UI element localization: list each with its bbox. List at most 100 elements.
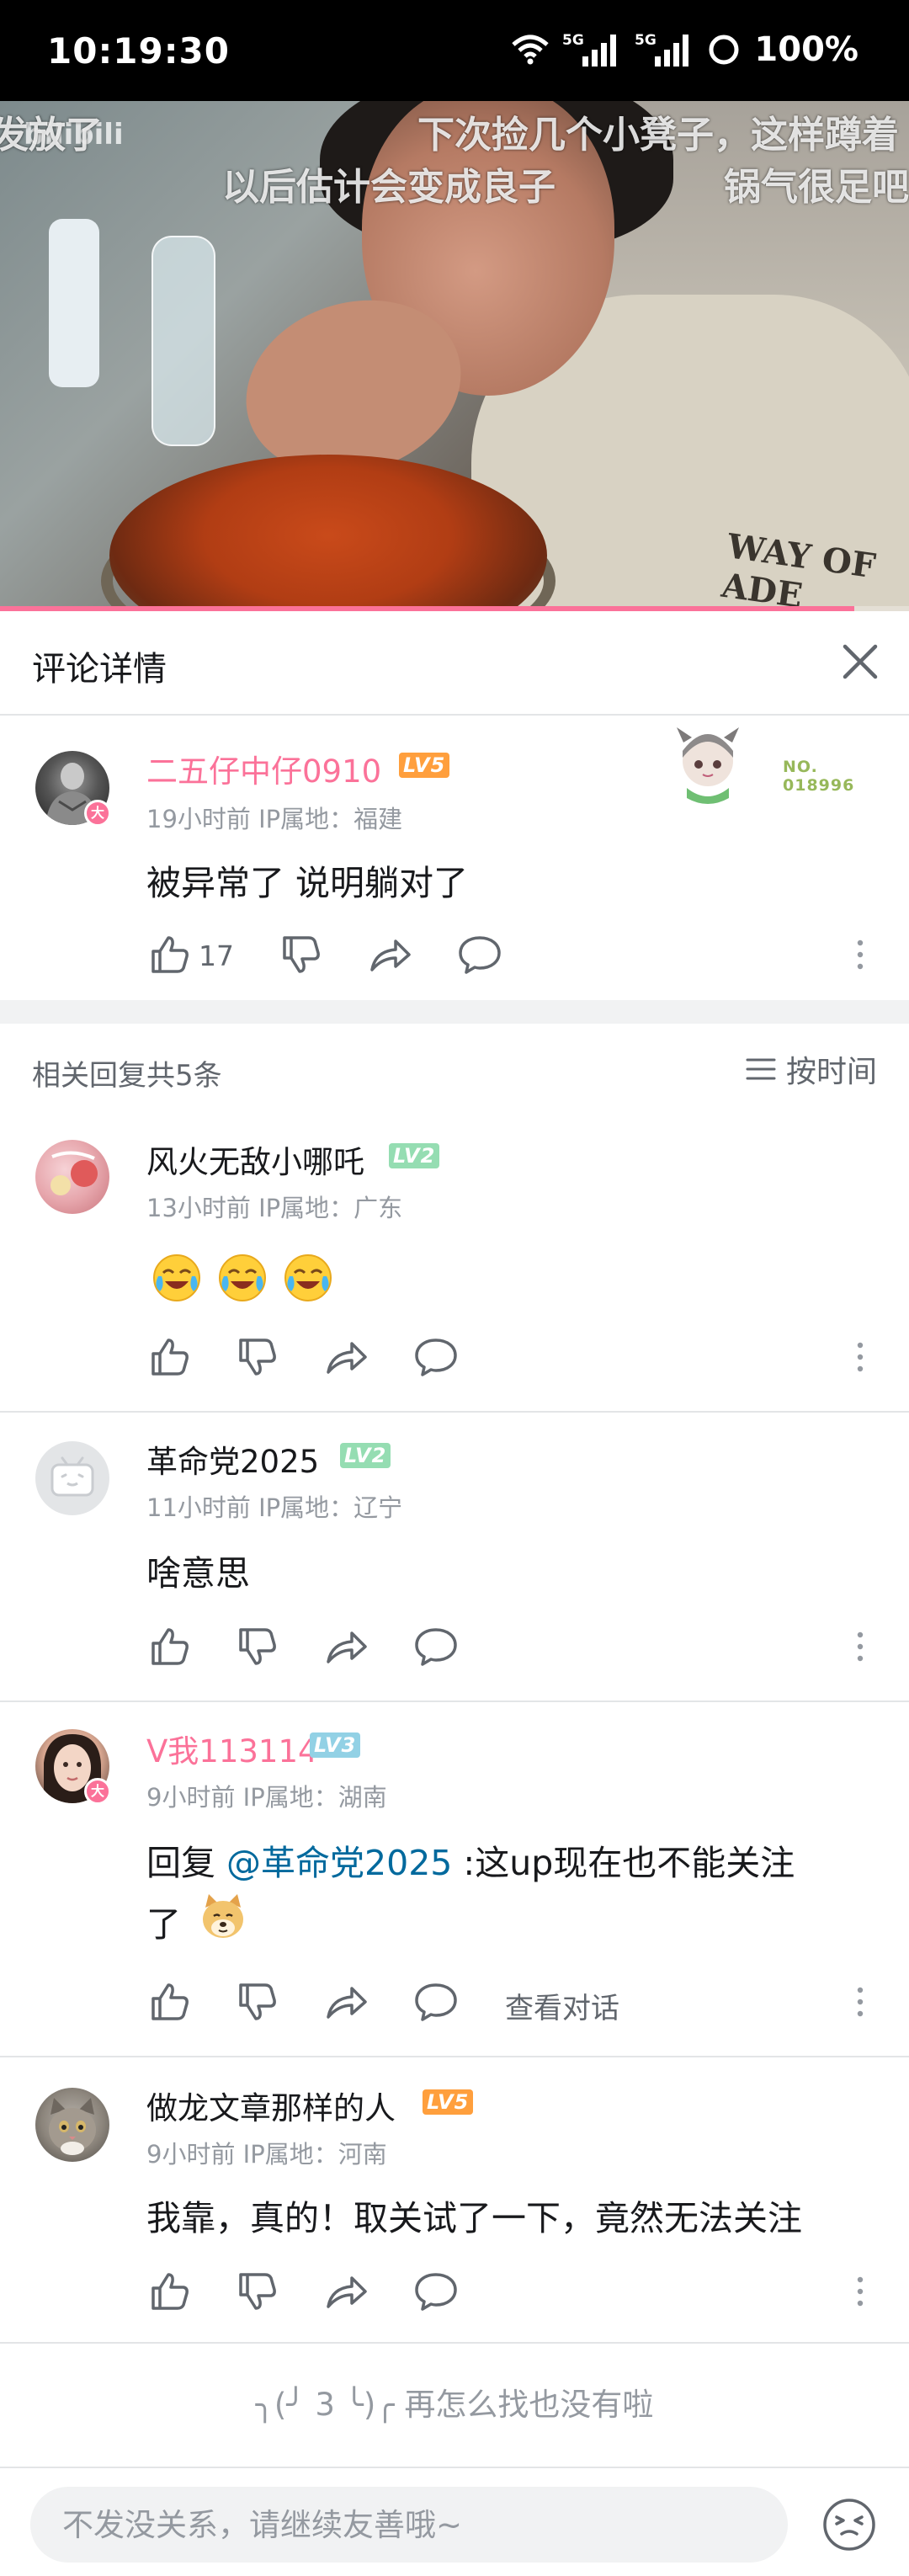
signal-5g-icon: 5G [562,32,617,67]
share-icon[interactable] [323,2268,370,2315]
comment-actions: 查看对话 [146,1978,887,2029]
more-options-icon[interactable] [850,2268,870,2315]
comment-ip: IP属地：湖南 [242,1783,387,1812]
replies-header: 相关回复共5条 按时间 [0,1024,909,1116]
status-time: 10:19:30 [47,30,230,72]
share-icon[interactable] [367,931,414,978]
dislike-icon[interactable] [234,1623,281,1670]
comment-time: 13小时前 [146,1194,251,1222]
level-badge: LV5 [423,2089,474,2115]
reply-icon[interactable] [412,2268,460,2315]
reply-icon[interactable] [456,931,503,978]
comment-meta: 9小时前 IP属地：湖南 [146,1778,387,1813]
comment-time: 19小时前 [146,805,251,833]
reply-icon[interactable] [412,1623,460,1670]
divider [0,1411,909,1413]
like-icon[interactable] [146,1978,194,2025]
cat-avatar-icon [49,2098,96,2155]
comment-ip: IP属地：福建 [258,805,403,833]
close-icon[interactable] [833,635,887,689]
like-count: 17 [199,939,234,972]
fan-medal-label: NO. [783,758,818,776]
comment-username[interactable]: V我113114 [146,1726,318,1771]
sort-icon [746,1058,776,1080]
level-badge: LV2 [389,1143,440,1168]
comment-username[interactable]: 做龙文章那样的人 [146,2083,396,2128]
svg-text:5G: 5G [562,32,584,49]
fan-medal-number: 018996 [783,776,855,795]
sort-label: 按时间 [785,1055,877,1089]
dislike-icon[interactable] [234,1978,281,2025]
like-icon[interactable] [146,1333,194,1381]
replies-count: 相关回复共5条 [32,1059,222,1093]
fan-medal: NO. 018996 [662,717,872,810]
comment-username[interactable]: 风火无敌小哪吒 [146,1136,364,1182]
comment-content: 我靠，真的！取关试了一下，竟然无法关注 [146,2198,802,2238]
battery-level: 100% [754,30,858,69]
avatar[interactable] [35,1140,109,1214]
level-badge: LV5 [399,753,450,778]
comment-meta: 9小时前 IP属地：河南 [146,2135,387,2170]
reply-prefix: 回复 [146,1843,227,1883]
svg-text:5G: 5G [635,32,656,49]
crying-laugh-emoji [284,1254,332,1301]
comment-actions [146,2268,887,2318]
status-bar: 10:19:30 5G 5G 100% [0,0,909,101]
reply-icon[interactable] [412,1333,460,1381]
dislike-icon[interactable] [278,931,325,978]
comment-content: 啥意思 [146,1553,250,1594]
comment-content [152,1253,348,1307]
like-icon[interactable] [146,931,194,978]
dislike-icon[interactable] [234,1333,281,1381]
share-icon[interactable] [323,1978,370,2025]
like-icon[interactable] [146,1623,194,1670]
more-options-icon[interactable] [850,1978,870,2025]
wifi-icon [512,35,550,65]
comment-meta: 13小时前 IP属地：广东 [146,1189,402,1224]
dislike-icon[interactable] [234,2268,281,2315]
avatar[interactable] [35,2088,109,2162]
fan-medal-character-icon [677,727,739,804]
comment-text: :这up现在也不能关注 [452,1843,795,1883]
water-bottle [152,236,215,446]
comment-actions [146,1333,887,1384]
danmaku-item: 锅气很足吧 [724,166,909,209]
level-badge: LV2 [340,1443,391,1468]
doge-emoji [203,1894,244,1938]
more-options-icon[interactable] [850,931,870,978]
comment-username[interactable]: 二五仔中仔0910 [146,746,381,791]
video-player[interactable]: WAY OF ADE bilibili 发放了 下次捡几个小凳子，这样蹲着 以后… [0,101,909,611]
comment-actions [146,1623,887,1674]
more-options-icon[interactable] [850,1623,870,1670]
comment-time: 9小时前 [146,2140,236,2169]
comment-time: 9小时前 [146,1783,236,1812]
comment-actions: 17 [146,931,887,982]
share-icon[interactable] [323,1333,370,1381]
sort-by-time-button[interactable]: 按时间 [746,1047,877,1091]
end-of-list-message: ╮(╯ 3 ╰)╭ 再怎么找也没有啦 [0,2379,909,2424]
crying-laugh-emoji [153,1254,200,1301]
emoji-picker-icon[interactable] [821,2497,877,2552]
avatar[interactable] [35,1441,109,1515]
comment-meta: 11小时前 IP属地：辽宁 [146,1488,402,1524]
spray-bottle [49,219,99,387]
comment-content: 被异常了 说明躺对了 [146,863,469,903]
more-options-icon[interactable] [850,1333,870,1381]
avatar-image [50,1151,98,1195]
crying-laugh-emoji [219,1254,266,1301]
end-face: ╮(╯ 3 ╰)╭ [255,2387,395,2423]
big-member-badge: 大 [84,1778,111,1805]
comment-ip: IP属地：辽宁 [258,1493,403,1522]
comment-username[interactable]: 革命党2025 [146,1436,319,1482]
mention-link[interactable]: @革命党2025 [226,1843,452,1883]
comment-input-container[interactable] [30,2487,788,2563]
reply-icon[interactable] [412,1978,460,2025]
section-separator [0,1000,909,1024]
like-icon[interactable] [146,2268,194,2315]
comment-input[interactable] [30,2487,788,2563]
view-conversation-link[interactable]: 查看对话 [505,1985,619,2026]
comment-content: 回复 @革命党2025 :这up现在也不能关注 了 [146,1835,870,1952]
share-icon[interactable] [323,1623,370,1670]
danmaku-item: 下次捡几个小凳子，这样蹲着 [417,114,899,157]
end-text: 再怎么找也没有啦 [404,2387,654,2423]
